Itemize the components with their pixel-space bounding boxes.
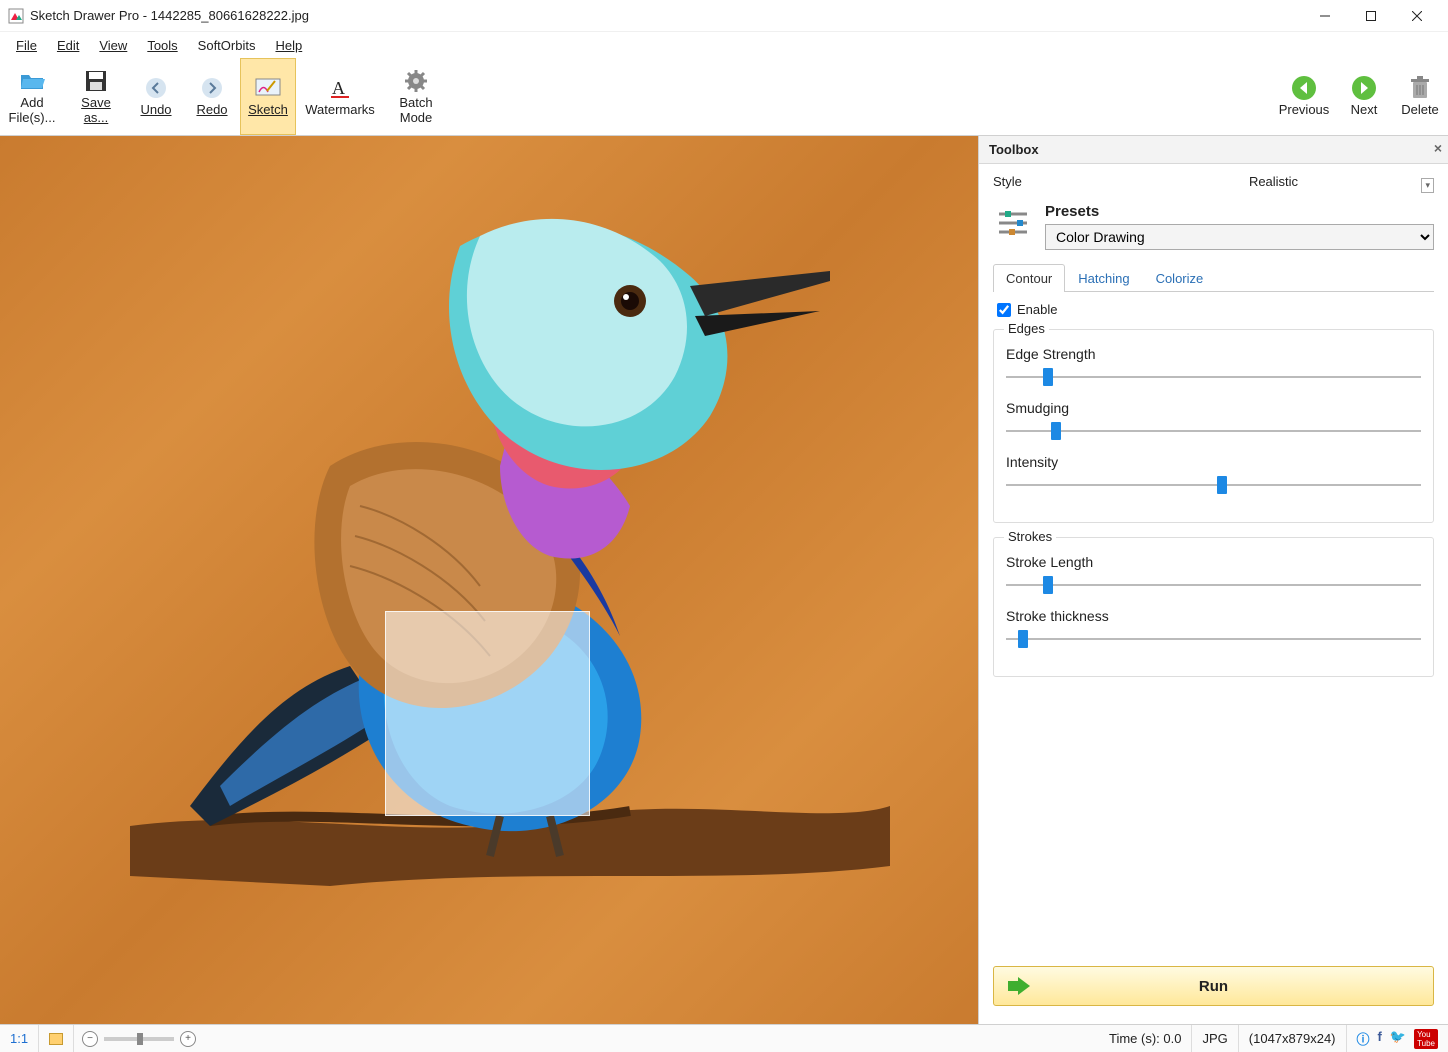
enable-row: Enable xyxy=(993,302,1434,317)
run-bar: Run xyxy=(979,956,1448,1024)
floppy-icon xyxy=(83,68,109,94)
arrow-right-icon xyxy=(1351,75,1377,101)
tab-contour[interactable]: Contour xyxy=(993,264,1065,292)
previous-button[interactable]: Previous xyxy=(1272,58,1336,135)
maximize-button[interactable] xyxy=(1348,1,1394,31)
sliders-icon xyxy=(993,203,1033,243)
strokes-group: Strokes Stroke Length Stroke thickness xyxy=(993,537,1434,677)
zoom-slider[interactable] xyxy=(104,1037,174,1041)
smudging-slider[interactable] xyxy=(1006,422,1421,440)
toolbox-header: Toolbox × xyxy=(979,136,1448,164)
intensity-label: Intensity xyxy=(1006,454,1421,470)
presets-row: Presets Color Drawing xyxy=(993,203,1434,250)
content-area: Toolbox × Style Realistic ▾ Presets Colo… xyxy=(0,136,1448,1024)
stroke-length-slider[interactable] xyxy=(1006,576,1421,594)
smudging-label: Smudging xyxy=(1006,400,1421,416)
delete-button[interactable]: Delete xyxy=(1392,58,1448,135)
style-row: Style Realistic ▾ xyxy=(993,174,1434,189)
window-title: Sketch Drawer Pro - 1442285_80661628222.… xyxy=(30,8,1302,23)
toolbox-title: Toolbox xyxy=(989,142,1039,157)
social-links: ⓘ f 🐦 YouTube xyxy=(1347,1029,1448,1049)
toolbox-close-button[interactable]: × xyxy=(1434,140,1442,156)
zoom-ratio[interactable]: 1:1 xyxy=(0,1025,39,1052)
presets-label: Presets xyxy=(1045,203,1434,220)
menu-softorbits[interactable]: SoftOrbits xyxy=(190,36,264,55)
menu-view[interactable]: View xyxy=(91,36,135,55)
edge-strength-slider[interactable] xyxy=(1006,368,1421,386)
intensity-slider[interactable] xyxy=(1006,476,1421,494)
edges-title: Edges xyxy=(1004,321,1049,336)
redo-icon xyxy=(199,75,225,101)
edge-strength-label: Edge Strength xyxy=(1006,346,1421,362)
app-icon xyxy=(8,8,24,24)
run-arrow-icon xyxy=(1008,977,1030,995)
stroke-thickness-slider[interactable] xyxy=(1006,630,1421,648)
bird-image xyxy=(130,166,890,946)
menu-help[interactable]: Help xyxy=(267,36,310,55)
folder-open-icon xyxy=(19,68,45,94)
toolbox-panel: Toolbox × Style Realistic ▾ Presets Colo… xyxy=(978,136,1448,1024)
batch-mode-button[interactable]: Batch Mode xyxy=(384,58,448,135)
sketch-button[interactable]: Sketch xyxy=(240,58,296,135)
undo-button[interactable]: Undo xyxy=(128,58,184,135)
undo-icon xyxy=(143,75,169,101)
enable-checkbox[interactable] xyxy=(997,303,1011,317)
close-button[interactable] xyxy=(1394,1,1440,31)
arrow-left-icon xyxy=(1291,75,1317,101)
strokes-title: Strokes xyxy=(1004,529,1056,544)
window-buttons xyxy=(1302,1,1440,31)
minimize-button[interactable] xyxy=(1302,1,1348,31)
add-files-button[interactable]: Add File(s)... xyxy=(0,58,64,135)
sketch-preview-region[interactable] xyxy=(385,611,590,816)
presets-select[interactable]: Color Drawing xyxy=(1045,224,1434,250)
run-button[interactable]: Run xyxy=(993,966,1434,1006)
menu-file[interactable]: File xyxy=(8,36,45,55)
info-icon[interactable]: ⓘ xyxy=(1357,1029,1370,1049)
titlebar: Sketch Drawer Pro - 1442285_80661628222.… xyxy=(0,0,1448,32)
menu-tools[interactable]: Tools xyxy=(139,36,185,55)
facebook-icon[interactable]: f xyxy=(1378,1029,1382,1049)
enable-label: Enable xyxy=(1017,302,1057,317)
tab-hatching[interactable]: Hatching xyxy=(1065,264,1142,292)
save-as-button[interactable]: Save as... xyxy=(64,58,128,135)
style-dropdown[interactable]: Realistic ▾ xyxy=(1113,174,1434,189)
stroke-thickness-label: Stroke thickness xyxy=(1006,608,1421,624)
trash-icon xyxy=(1407,75,1433,101)
zoom-out-button[interactable]: − xyxy=(82,1031,98,1047)
statusbar: 1:1 − + Time (s): 0.0 JPG (1047x879x24) … xyxy=(0,1024,1448,1052)
menubar: File Edit View Tools SoftOrbits Help xyxy=(0,32,1448,58)
sketch-icon xyxy=(255,75,281,101)
chevron-down-icon: ▾ xyxy=(1421,178,1434,193)
toolbar: Add File(s)... Save as... Undo Redo Sket… xyxy=(0,58,1448,136)
fit-icon[interactable] xyxy=(39,1025,74,1052)
stroke-length-label: Stroke Length xyxy=(1006,554,1421,570)
status-format: JPG xyxy=(1192,1025,1238,1052)
next-button[interactable]: Next xyxy=(1336,58,1392,135)
menu-edit[interactable]: Edit xyxy=(49,36,87,55)
edges-group: Edges Edge Strength Smudging Intensity xyxy=(993,329,1434,523)
twitter-icon[interactable]: 🐦 xyxy=(1390,1029,1406,1049)
watermarks-button[interactable]: A Watermarks xyxy=(296,58,384,135)
redo-button[interactable]: Redo xyxy=(184,58,240,135)
effect-tabs: Contour Hatching Colorize xyxy=(993,264,1434,292)
status-time: Time (s): 0.0 xyxy=(1099,1025,1192,1052)
tab-colorize[interactable]: Colorize xyxy=(1143,264,1217,292)
svg-text:A: A xyxy=(332,78,345,98)
gear-icon xyxy=(403,68,429,94)
zoom-in-button[interactable]: + xyxy=(180,1031,196,1047)
watermark-icon: A xyxy=(327,75,353,101)
image-canvas[interactable] xyxy=(0,136,978,1024)
style-label: Style xyxy=(993,174,1113,189)
zoom-control: − + xyxy=(74,1031,204,1047)
youtube-icon[interactable]: YouTube xyxy=(1414,1029,1438,1049)
status-dimensions: (1047x879x24) xyxy=(1239,1025,1347,1052)
